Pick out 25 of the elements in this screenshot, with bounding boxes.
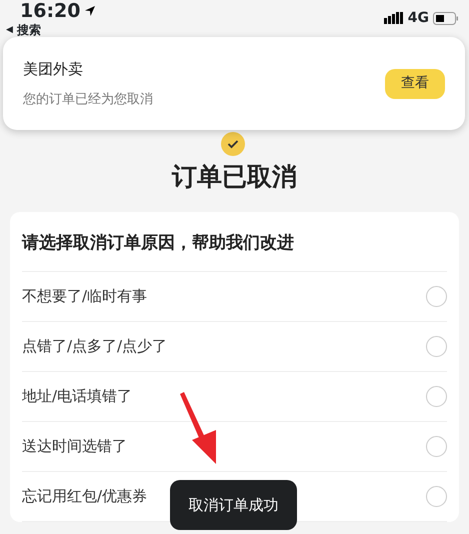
check-circle-icon bbox=[221, 132, 245, 156]
reason-option[interactable]: 不想要了/临时有事 bbox=[22, 284, 148, 308]
notification-message: 您的订单已经为您取消 bbox=[23, 91, 153, 109]
view-button[interactable]: 查看 bbox=[385, 68, 445, 98]
radio-button[interactable] bbox=[426, 336, 447, 356]
back-link[interactable]: 搜索 bbox=[16, 22, 41, 38]
reason-option[interactable]: 地址/电话填错了 bbox=[22, 384, 132, 408]
notification-app-name: 美团外卖 bbox=[23, 58, 84, 80]
network-type: 4G bbox=[408, 12, 429, 24]
radio-button[interactable] bbox=[426, 486, 447, 506]
reason-option[interactable]: 送达时间选错了 bbox=[22, 434, 127, 458]
radio-button[interactable] bbox=[426, 436, 447, 456]
page-title: 订单已取消 bbox=[170, 161, 298, 193]
reason-option[interactable]: 忘记用红包/优惠券 bbox=[22, 484, 148, 508]
location-arrow-icon bbox=[84, 5, 96, 17]
back-arrow-icon[interactable]: ◀ bbox=[6, 22, 13, 38]
reason-option[interactable]: 点错了/点多了/点少了 bbox=[22, 334, 168, 358]
signal-icon bbox=[384, 12, 404, 24]
reasons-heading: 请选择取消订单原因，帮助我们改进 bbox=[22, 212, 447, 272]
status-time: 16:20 bbox=[20, 1, 80, 21]
toast-message: 取消订单成功 bbox=[170, 480, 297, 530]
radio-button[interactable] bbox=[426, 286, 447, 306]
radio-button[interactable] bbox=[426, 386, 447, 406]
battery-icon bbox=[433, 12, 459, 25]
notification-banner[interactable]: 美团外卖 您的订单已经为您取消 查看 bbox=[3, 37, 465, 130]
